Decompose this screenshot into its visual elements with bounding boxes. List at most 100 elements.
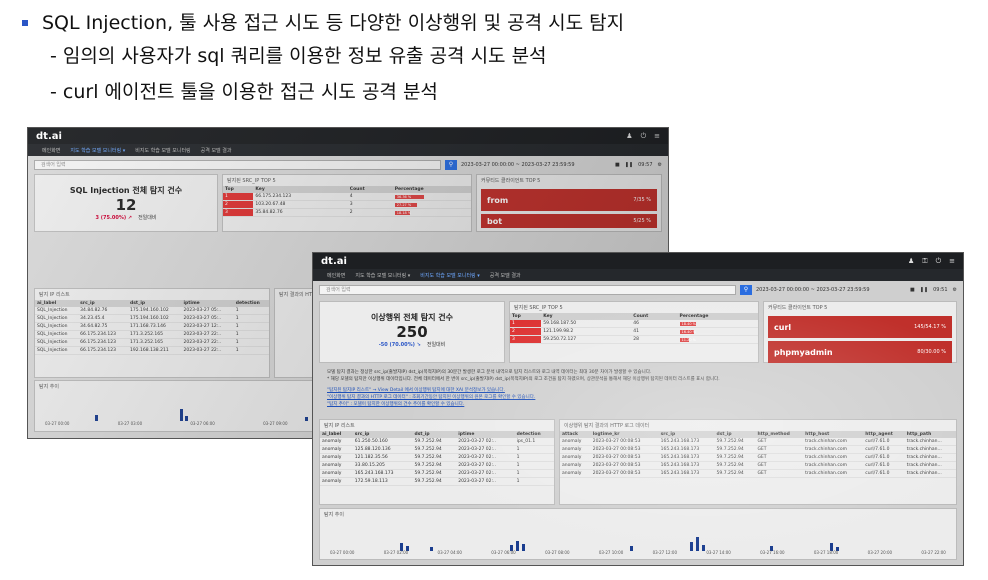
table-row[interactable]: anomaly 2023-03-27 00:08:53 165.243.168.17…: [560, 438, 956, 446]
table-row[interactable]: SQL_Injection 34.84.82.76 175.194.160.102 2…: [35, 307, 269, 315]
cell: track.chinhan...: [904, 445, 956, 454]
table-row[interactable]: 3 59.250.72.127 28 11.20 %: [510, 335, 758, 344]
cell: 66.175.234.123: [78, 346, 129, 355]
axis-tick-label: 03-27 22:00: [921, 550, 946, 555]
menu-icon[interactable]: ≡: [949, 257, 955, 266]
nav-item-main[interactable]: 메인화면: [42, 147, 60, 154]
power-icon[interactable]: ⏻: [641, 132, 647, 141]
cell: 1: [233, 307, 269, 315]
bullet-main: SQL Injection, 툴 사용 접근 시도 등 다양한 이상행위 및 공…: [20, 8, 624, 38]
power-icon[interactable]: ⏻: [936, 257, 942, 266]
stop-icon[interactable]: ■: [910, 287, 915, 293]
cell: SQL_Injection: [35, 314, 79, 323]
nav-item-unsupervised[interactable]: 비지도 학습 모델 모니터링: [135, 147, 190, 154]
axis-tick-label: 03-27 08:00: [545, 550, 570, 555]
search-button[interactable]: ⚲: [739, 284, 752, 295]
nav-item-attack[interactable]: 공격 모델 결과: [201, 147, 232, 154]
cell: 192.168.138.211: [128, 346, 182, 355]
user-icon[interactable]: ♟: [908, 257, 914, 266]
table-row[interactable]: anomaly 33.80.15.205 59.7.252.94 2023-03-27…: [320, 461, 554, 470]
search-button[interactable]: ⚲: [444, 159, 457, 170]
cell: 59.7.252.94: [412, 469, 457, 478]
gear-icon[interactable]: ⚙: [953, 287, 957, 293]
nav-item-supervised[interactable]: 지도 학습 모델 모니터링 ▾: [70, 147, 125, 154]
note-link[interactable]: "이상행위 탐지 결과의 HTTP 로그 데이터" : 조회기간동안 탐지된 이…: [327, 394, 947, 401]
pause-icon[interactable]: ❚❚: [625, 162, 633, 168]
kpi-delta-value: 3 (75.00%) ↗: [95, 215, 133, 221]
table-row[interactable]: SQL_Injection 34.64.82.75 171.168.73.146 20…: [35, 322, 269, 331]
col-detection: detection: [233, 300, 269, 307]
cell: 59.7.252.94: [714, 453, 756, 462]
col-count: Count: [347, 186, 393, 193]
cell: 36.36 %: [392, 193, 471, 201]
date-range[interactable]: 2023-03-27 00:00:00 ~ 2023-03-27 23:59:5…: [461, 162, 611, 168]
table-row[interactable]: 2 121.199.98.2 41 16.40 %: [510, 327, 758, 336]
table-row[interactable]: SQL_Injection 34.23.45.4 175.194.160.102 20…: [35, 314, 269, 323]
axis-tick-label: 03-27 06:00: [190, 421, 215, 426]
cell: 2023-03-27 00:08:53: [590, 469, 659, 478]
chart-bar: [180, 409, 183, 421]
cell: 3: [223, 208, 254, 217]
nav-item-supervised[interactable]: 지도 학습 모델 모니터링 ▾: [355, 272, 410, 279]
top5-item[interactable]: phpmyadmin 80/30.00 %: [768, 341, 952, 363]
key-icon[interactable]: ⚿: [922, 257, 927, 266]
table-row[interactable]: 2 103.20.67.48 3 27.27 %: [223, 200, 471, 209]
table-row[interactable]: SQL_Injection 66.175.234.123 171.3.252.165…: [35, 330, 269, 339]
cell: 171.3.252.165: [128, 330, 182, 339]
cell: 165.243.168.173: [658, 445, 715, 454]
search-input[interactable]: 검색어 입력: [34, 159, 441, 170]
cell: 59.7.252.94: [412, 453, 457, 462]
user-icon[interactable]: ♟: [626, 132, 632, 141]
nav-item-unsupervised[interactable]: 비지도 학습 모델 모니터링 ▾: [420, 272, 479, 279]
cell: 33.80.15.205: [352, 461, 413, 470]
cell: ips_01.1: [514, 438, 554, 446]
col-key: Key: [253, 186, 348, 193]
top5-item[interactable]: from 7/35 %: [481, 189, 657, 211]
note-link[interactable]: "탐지 추이" : 모델이 탐지한 이상행위의 건수 추이를 확인할 수 있습니…: [327, 401, 947, 408]
kpi-delta-label: 전일대비: [426, 342, 446, 348]
table-row[interactable]: anomaly 125.88.120.136 59.7.252.94 2023-03-…: [320, 445, 554, 454]
table-row[interactable]: anomaly 172.59.18.113 59.7.252.94 2023-03-2…: [320, 477, 554, 486]
gear-icon[interactable]: ⚙: [658, 162, 662, 168]
cell: 2023-03-27 00:08:53: [590, 438, 659, 446]
table-row[interactable]: 1 59.168.187.50 46 18.40 %: [510, 320, 758, 328]
http-log-panel: 이상행위 탐지 결과의 HTTP 로그 데이터 attack logtime_kr…: [559, 419, 957, 505]
bullet-sub-2: - curl 에이전트 툴을 이용한 접근 시도 공격 분석: [50, 81, 438, 103]
src-ip-top5-panel: 탐지된 SRC_IP TOP 5 Top Key Count Percentage 1…: [509, 301, 759, 363]
top5-item[interactable]: bot 5/25 %: [481, 214, 657, 228]
col-ai-label: ai_label: [320, 431, 353, 438]
detect-ip-title: 탐지 IP 리스트: [39, 292, 70, 298]
menu-icon[interactable]: ≡: [654, 132, 660, 141]
cell: anomaly: [560, 445, 591, 454]
top5-item[interactable]: curl 145/54.17 %: [768, 316, 952, 338]
pause-icon[interactable]: ❚❚: [920, 287, 928, 293]
table-row[interactable]: anomaly 165.243.168.173 59.7.252.94 2023-03…: [320, 469, 554, 478]
playback-controls: ■ ❚❚ 09:51 ⚙: [910, 287, 957, 293]
cell: 165.243.168.173: [658, 453, 715, 462]
table-row[interactable]: 3 35.84.82.76 2 18.18 %: [223, 208, 471, 217]
axis-tick-label: 03-27 16:00: [760, 550, 785, 555]
cell: track.chinhan.com: [803, 469, 864, 478]
percentage-bar: 11.20 %: [679, 337, 696, 342]
table-row[interactable]: anomaly 2023-03-27 00:08:53 165.243.168.17…: [560, 461, 956, 470]
nav-item-attack[interactable]: 공격 모델 결과: [490, 272, 521, 279]
col-header: dst_ip: [714, 431, 756, 438]
table-row[interactable]: anomaly 2023-03-27 00:08:53 165.243.168.17…: [560, 445, 956, 454]
table-row[interactable]: anomaly 2023-03-27 00:08:53 165.243.168.17…: [560, 469, 956, 478]
trend-chart: [330, 521, 946, 551]
table-row[interactable]: anomaly 121.182.35.56 59.7.252.94 2023-03-2…: [320, 453, 554, 462]
cell: 11.20 %: [677, 335, 758, 344]
search-input[interactable]: 검색어 입력: [319, 284, 736, 295]
top5-title: 커뮤티드 클라이언트 TOP 5: [481, 178, 541, 184]
table-row[interactable]: anomaly 2023-03-27 00:08:53 165.243.168.17…: [560, 453, 956, 462]
table-row[interactable]: SQL_Injection 66.175.234.123 171.3.252.165…: [35, 338, 269, 347]
stop-icon[interactable]: ■: [615, 162, 620, 168]
table-row[interactable]: SQL_Injection 66.175.234.123 192.168.138.2…: [35, 346, 269, 355]
table-row[interactable]: 1 66.175.234.123 4 36.36 %: [223, 193, 471, 201]
col-dst-ip: dst_ip: [412, 431, 457, 438]
nav-item-main[interactable]: 메인화면: [327, 272, 345, 279]
note-link[interactable]: "탐지된 탐지IP 리스트" → View Detail 에서 이상행위 탐지에…: [327, 387, 947, 394]
date-range[interactable]: 2023-03-27 00:00:00 ~ 2023-03-27 23:59:5…: [756, 287, 906, 293]
cell: track.chinhan.com: [803, 461, 864, 470]
table-row[interactable]: anomaly 61.250.50.160 59.7.252.94 2023-03-2…: [320, 438, 554, 446]
